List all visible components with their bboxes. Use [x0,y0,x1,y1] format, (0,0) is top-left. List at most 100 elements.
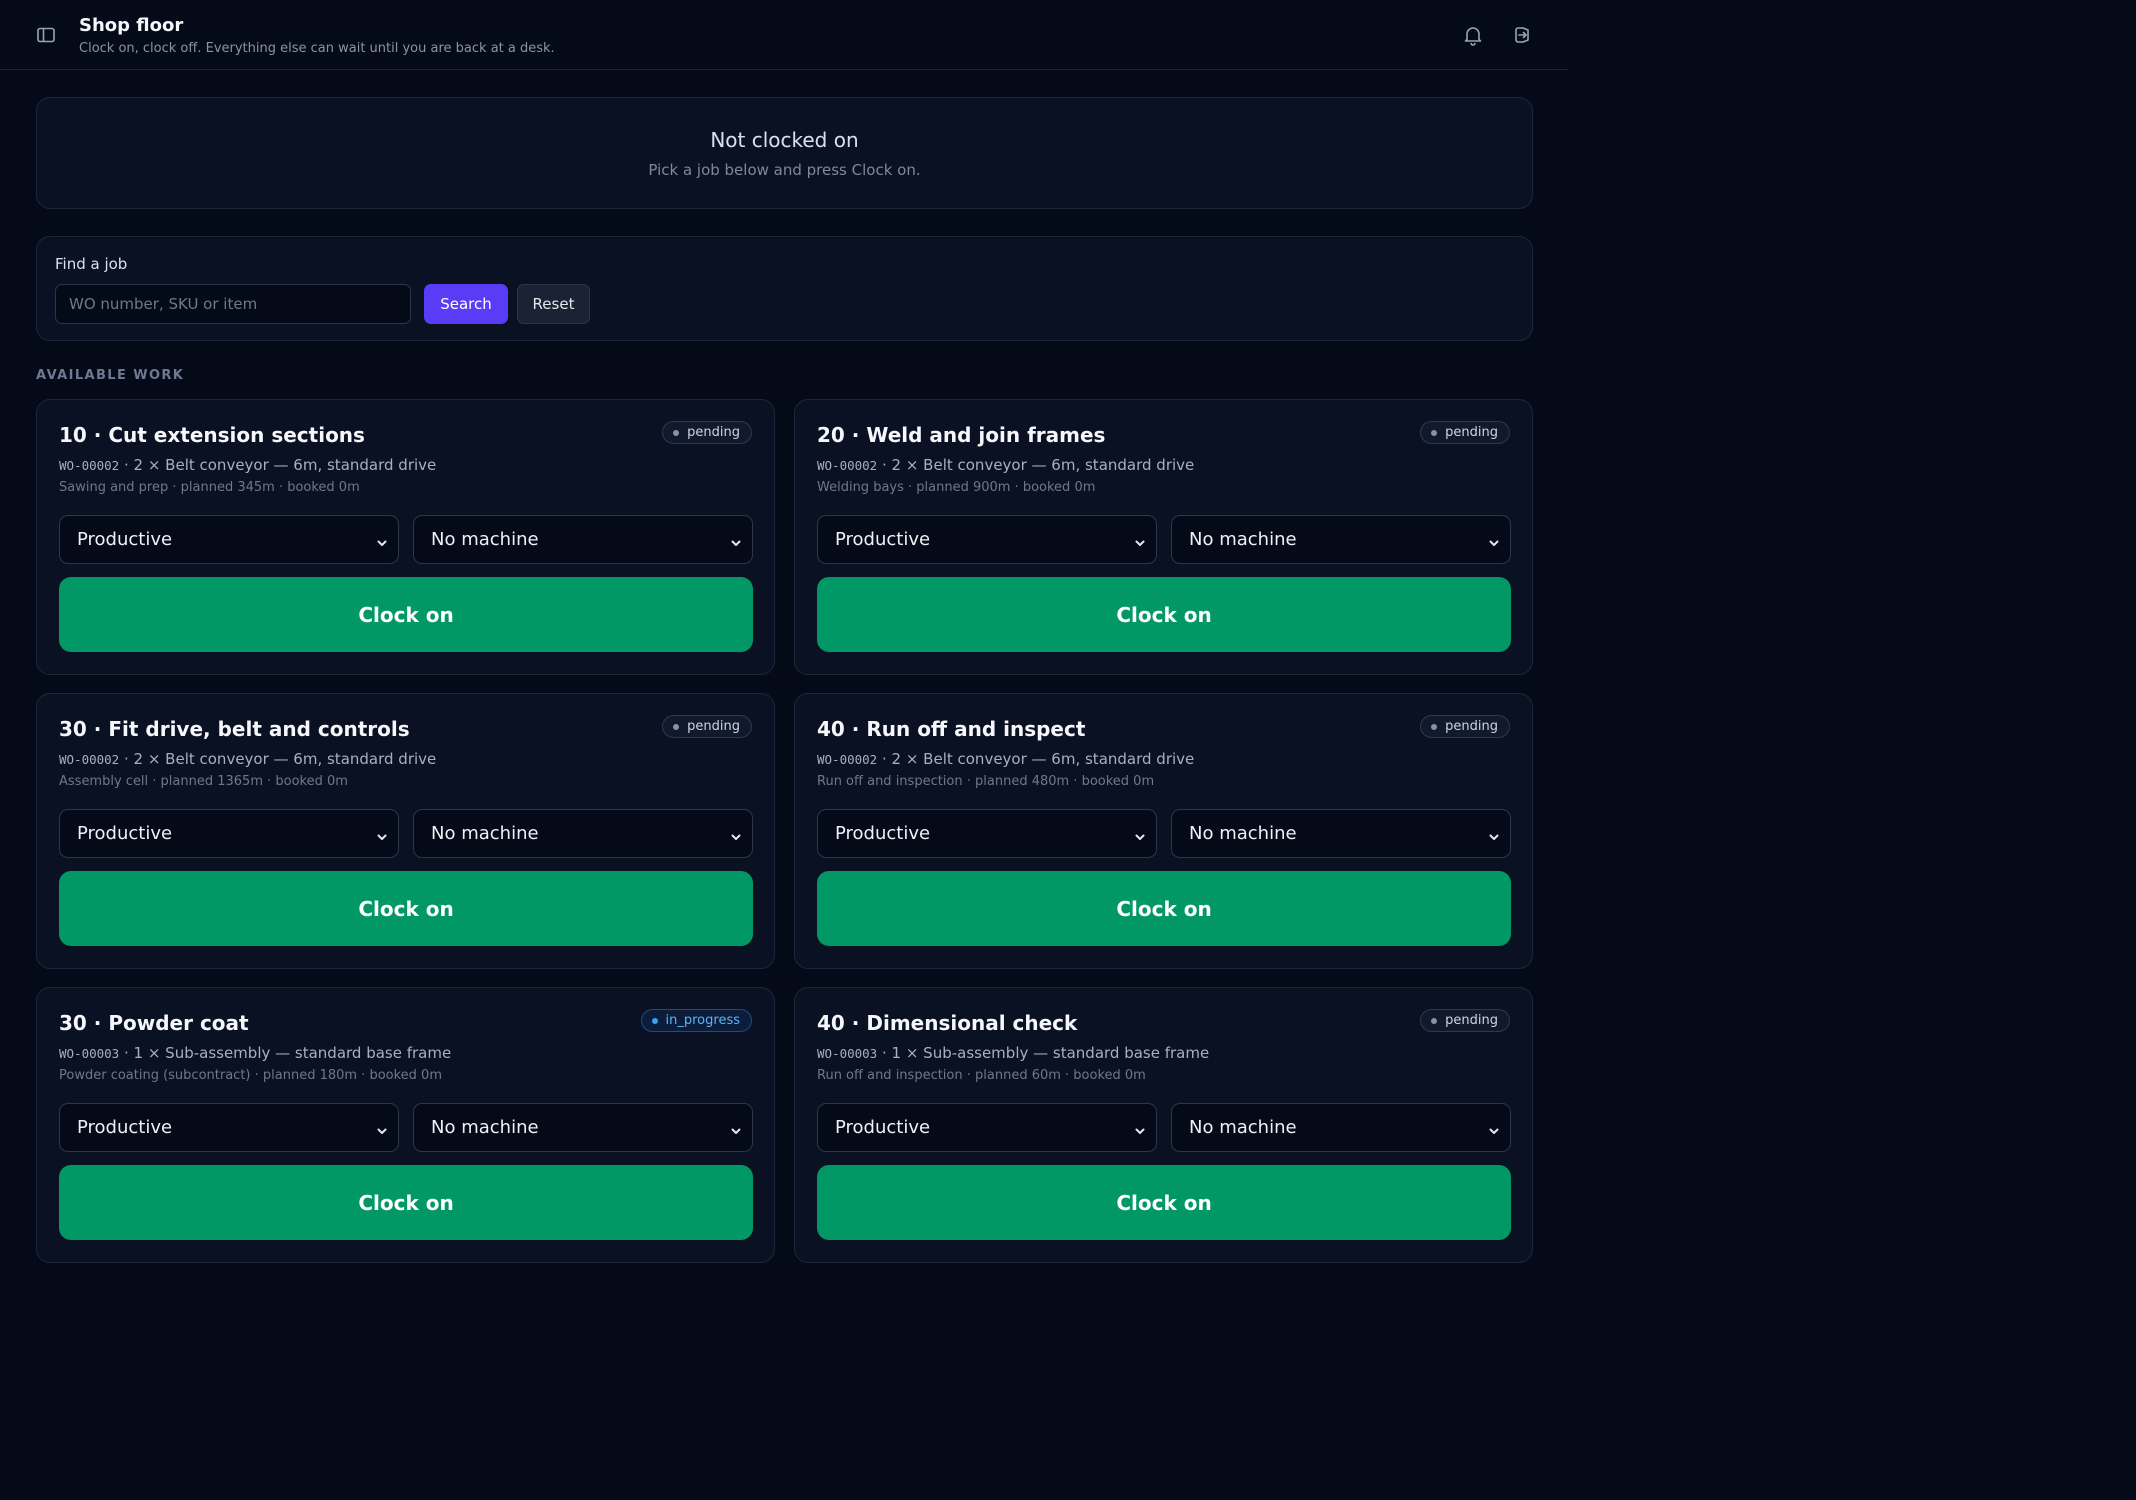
status-dot [1431,723,1438,730]
status-badge: pending [1420,421,1510,444]
search-button[interactable]: Search [424,284,508,324]
activity-select[interactable]: Productive [817,809,1157,858]
clock-on-button[interactable]: Clock on [59,1165,753,1240]
clock-status-hint: Pick a job below and press Clock on. [648,161,921,179]
activity-select-value: Productive [835,529,931,550]
status-badge-label: pending [1445,1013,1498,1028]
activity-select-value: Productive [835,1117,931,1138]
machine-select[interactable]: No machine [413,809,753,858]
work-order-code: WO-00002 [817,458,878,473]
status-badge: pending [662,421,752,444]
search-input[interactable] [55,284,411,324]
work-order-code: WO-00002 [59,458,120,473]
chevron-down-icon [1488,828,1500,840]
operation-card: 40 · Run off and inspect pending WO-0000… [794,693,1533,969]
chevron-down-icon [376,1122,388,1134]
chevron-down-icon [1134,1122,1146,1134]
work-order-item: · 2 × Belt conveyor — 6m, standard drive [119,750,437,768]
work-order-code: WO-00003 [59,1046,120,1061]
page-subtitle: Clock on, clock off. Everything else can… [79,41,555,56]
search-label: Find a job [55,255,128,273]
operation-details: Powder coating (subcontract) · planned 1… [59,1068,442,1083]
operation-details: Assembly cell · planned 1365m · booked 0… [59,774,348,789]
status-badge: pending [1420,715,1510,738]
chevron-down-icon [1488,1122,1500,1134]
machine-select[interactable]: No machine [1171,1103,1511,1152]
status-dot [1431,1017,1438,1024]
work-order-meta: WO-00003 · 1 × Sub-assembly — standard b… [59,1043,451,1064]
operation-card: 30 · Powder coat in_progress WO-00003 · … [36,987,775,1263]
machine-select[interactable]: No machine [1171,515,1511,564]
activity-select-value: Productive [77,1117,173,1138]
operation-details: Welding bays · planned 900m · booked 0m [817,480,1096,495]
machine-select-value: No machine [431,823,539,844]
work-order-item: · 1 × Sub-assembly — standard base frame [877,1044,1210,1062]
work-order-code: WO-00002 [817,752,878,767]
activity-select[interactable]: Productive [59,1103,399,1152]
status-dot [1431,429,1438,436]
status-dot [673,723,680,730]
machine-select-value: No machine [1189,1117,1297,1138]
bell-icon[interactable] [1462,24,1484,46]
work-order-meta: WO-00003 · 1 × Sub-assembly — standard b… [817,1043,1209,1064]
operation-title: 30 · Powder coat [59,1011,249,1035]
activity-select[interactable]: Productive [817,515,1157,564]
operation-card: 10 · Cut extension sections pending WO-0… [36,399,775,675]
status-badge-label: in_progress [665,1013,740,1028]
status-dot [651,1017,658,1024]
job-search-card: Find a job Search Reset [36,236,1533,341]
operations-grid: 10 · Cut extension sections pending WO-0… [36,399,1533,1263]
work-order-code: WO-00003 [817,1046,878,1061]
status-badge-label: pending [687,719,740,734]
activity-select[interactable]: Productive [59,515,399,564]
machine-select[interactable]: No machine [413,1103,753,1152]
operation-card: 30 · Fit drive, belt and controls pendin… [36,693,775,969]
clock-on-button[interactable]: Clock on [817,1165,1511,1240]
operation-title: 40 · Dimensional check [817,1011,1078,1035]
activity-select-value: Productive [77,529,173,550]
work-order-item: · 1 × Sub-assembly — standard base frame [119,1044,452,1062]
operation-card: 20 · Weld and join frames pending WO-000… [794,399,1533,675]
operation-details: Run off and inspection · planned 60m · b… [817,1068,1146,1083]
clock-on-button[interactable]: Clock on [59,871,753,946]
chevron-down-icon [1134,534,1146,546]
machine-select-value: No machine [431,529,539,550]
reset-button[interactable]: Reset [517,284,590,324]
status-dot [673,429,680,436]
activity-select-value: Productive [77,823,173,844]
clock-on-button[interactable]: Clock on [817,577,1511,652]
chevron-down-icon [1134,828,1146,840]
status-badge: pending [662,715,752,738]
clock-status-card: Not clocked on Pick a job below and pres… [36,97,1533,209]
machine-select[interactable]: No machine [413,515,753,564]
status-badge: in_progress [640,1009,752,1032]
operation-title: 40 · Run off and inspect [817,717,1086,741]
chevron-down-icon [376,828,388,840]
chevron-down-icon [376,534,388,546]
work-order-item: · 2 × Belt conveyor — 6m, standard drive [877,750,1195,768]
status-badge-label: pending [687,425,740,440]
machine-select[interactable]: No machine [1171,809,1511,858]
page-title: Shop floor [79,15,184,36]
sidebar-toggle-icon[interactable] [36,25,56,45]
machine-select-value: No machine [1189,529,1297,550]
title-block: Shop floor Clock on, clock off. Everythi… [79,14,555,59]
operation-details: Sawing and prep · planned 345m · booked … [59,480,360,495]
activity-select[interactable]: Productive [59,809,399,858]
top-bar: Shop floor Clock on, clock off. Everythi… [0,0,1568,70]
work-order-item: · 2 × Belt conveyor — 6m, standard drive [119,456,437,474]
chevron-down-icon [1488,534,1500,546]
sign-out-icon[interactable] [1511,24,1533,46]
chevron-down-icon [730,828,742,840]
clock-on-button[interactable]: Clock on [59,577,753,652]
operation-title: 30 · Fit drive, belt and controls [59,717,410,741]
clock-on-button[interactable]: Clock on [817,871,1511,946]
work-order-meta: WO-00002 · 2 × Belt conveyor — 6m, stand… [817,749,1194,770]
machine-select-value: No machine [1189,823,1297,844]
chevron-down-icon [730,534,742,546]
operation-title: 20 · Weld and join frames [817,423,1106,447]
activity-select[interactable]: Productive [817,1103,1157,1152]
machine-select-value: No machine [431,1117,539,1138]
status-badge: pending [1420,1009,1510,1032]
work-order-meta: WO-00002 · 2 × Belt conveyor — 6m, stand… [59,749,436,770]
